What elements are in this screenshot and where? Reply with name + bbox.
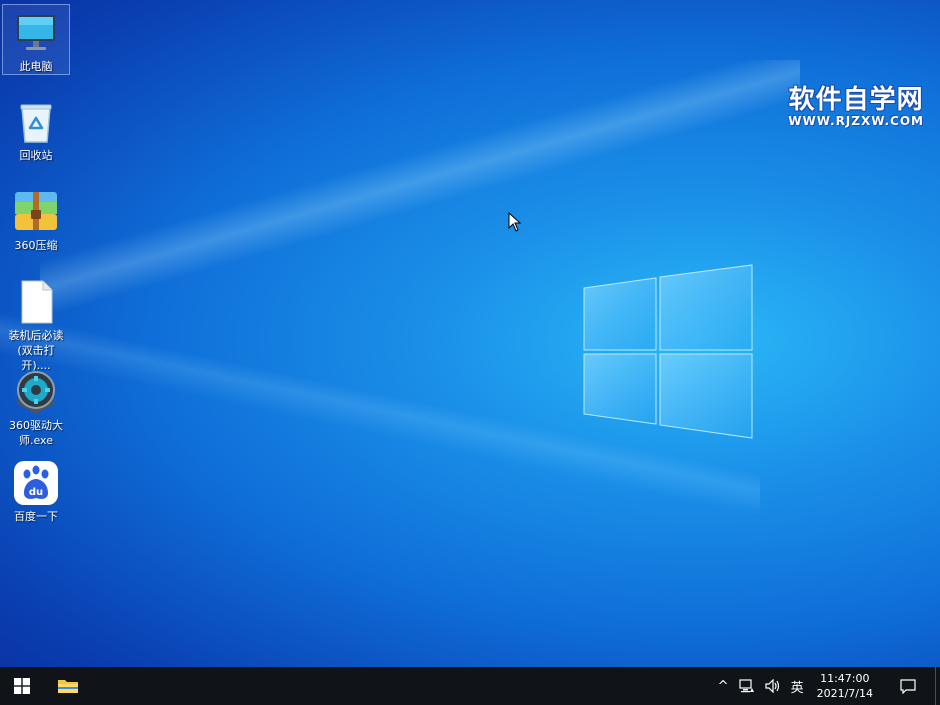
clock-button[interactable]: 11:47:00 2021/7/14 [809, 667, 881, 705]
tray-overflow-button[interactable]: ^ [713, 667, 734, 705]
watermark-url: WWW.RJZXW.COM [788, 114, 924, 128]
network-button[interactable] [734, 667, 760, 705]
speaker-icon [764, 679, 779, 693]
windows-logo-wallpaper [583, 264, 753, 439]
desktop-icon-label: 360驱动大师.exe [9, 419, 63, 447]
gear-icon [12, 368, 60, 416]
show-desktop-button[interactable] [935, 667, 940, 705]
clock-date: 2021/7/14 [816, 687, 873, 700]
notification-icon [900, 679, 916, 694]
watermark-title: 软件自学网 [788, 85, 924, 115]
desktop-icon-360-zip[interactable]: 360压缩 [2, 184, 70, 253]
language-indicator: 英 [790, 680, 804, 696]
desktop-icon-recycle-bin[interactable]: 回收站 [2, 94, 70, 163]
watermark: 软件自学网 WWW.RJZXW.COM [788, 86, 924, 128]
desktop-icon-label: 此电脑 [19, 60, 53, 73]
start-button[interactable] [0, 667, 44, 705]
baidu-icon: du [12, 459, 60, 507]
input-language-button[interactable]: 英 [786, 667, 809, 705]
desktop[interactable]: 软件自学网 WWW.RJZXW.COM 此电脑 回收站 360压缩 装机后必读(… [0, 0, 940, 705]
desktop-icon-readme[interactable]: 装机后必读(双击打开).... [2, 274, 70, 373]
document-icon [12, 278, 60, 326]
network-icon [738, 679, 754, 693]
taskbar-file-explorer[interactable] [44, 667, 92, 705]
desktop-icon-360-driver[interactable]: 360驱动大师.exe [2, 364, 70, 448]
clock-time: 11:47:00 [820, 672, 870, 685]
mouse-cursor-icon [508, 212, 522, 232]
computer-icon [12, 9, 60, 57]
desktop-icon-baidu[interactable]: du 百度一下 [2, 455, 70, 524]
file-explorer-icon [58, 680, 78, 693]
action-center-button[interactable] [881, 667, 935, 705]
desktop-icon-label: 回收站 [19, 149, 53, 162]
desktop-icon-label: 百度一下 [14, 510, 58, 523]
taskbar: ^ 英 11:47:00 2021/7/14 [0, 667, 940, 705]
chevron-up-icon: ^ [717, 678, 729, 694]
volume-button[interactable] [760, 667, 786, 705]
archive-icon [12, 188, 60, 236]
recycle-bin-icon [12, 98, 60, 146]
svg-text:du: du [29, 487, 43, 498]
desktop-icon-this-pc[interactable]: 此电脑 [2, 4, 70, 75]
start-icon [14, 678, 30, 694]
system-tray: ^ 英 11:47:00 2021/7/14 [713, 667, 940, 705]
desktop-icon-label: 360压缩 [14, 239, 58, 252]
